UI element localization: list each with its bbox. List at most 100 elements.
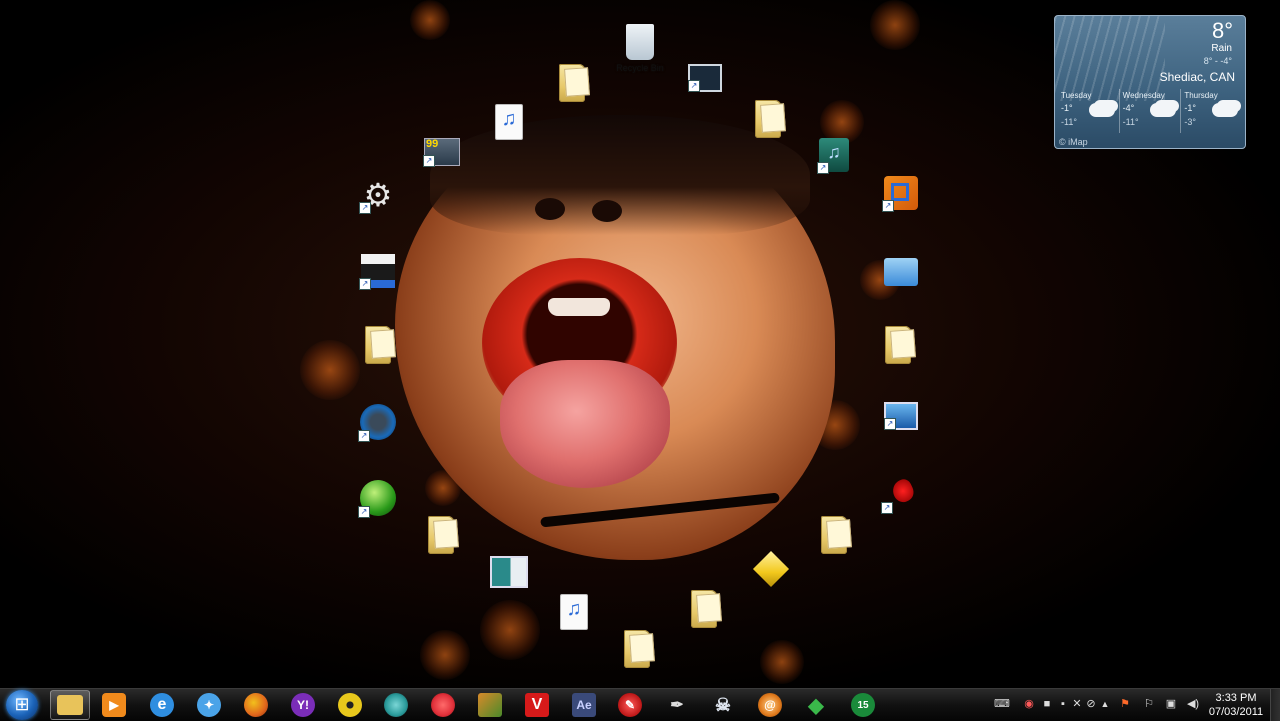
desktop-icon-video-editor[interactable]: ↗ (340, 254, 416, 290)
desktop-icon-folder[interactable] (534, 64, 610, 102)
flag-alert-icon[interactable]: ⚑ (1118, 697, 1132, 711)
clock[interactable]: 3:33 PM 07/03/2011 (1204, 691, 1268, 719)
start-button[interactable] (6, 690, 38, 720)
computer-icon: ↗ (688, 64, 722, 92)
taskbar-button-red-app[interactable] (423, 690, 463, 720)
compass-icon: ✦ (197, 693, 221, 717)
desktop-icon-red-app[interactable]: ↗ (863, 476, 939, 514)
clock-time: 3:33 PM (1215, 692, 1257, 704)
keyboard-icon[interactable]: ⌨ (994, 697, 1010, 711)
desktop-icon-webcam[interactable]: ↗ (340, 404, 416, 442)
taskbar-button-skull-app[interactable]: ☠ (703, 690, 743, 720)
mp3-file-icon (495, 104, 523, 140)
folder-icon (755, 100, 781, 138)
desktop-icon-network-computer[interactable]: ↗ (863, 402, 939, 430)
tray-app-icon[interactable]: ▪ (1056, 697, 1070, 711)
desktop-icon-folder[interactable] (666, 590, 742, 628)
forecast-low: -11° (1122, 117, 1139, 127)
taskbar-button-globe-app[interactable] (376, 690, 416, 720)
folder-icon (365, 326, 391, 364)
tray-app-icon[interactable]: ■ (1040, 697, 1054, 711)
taskbar-button-cd-burner[interactable] (330, 690, 370, 720)
plumbob-icon: ◆ (808, 694, 824, 717)
tray-app-icon[interactable]: ⊘ (1084, 697, 1098, 711)
taskbar-button-safari[interactable]: ✦ (189, 690, 229, 720)
folder-icon (885, 326, 911, 364)
badge-icon: 15 (851, 693, 875, 717)
folder-icon (559, 64, 585, 102)
desktop-icon-settings[interactable]: ⚙ ↗ (340, 177, 416, 214)
desktop-icon-mp3[interactable] (471, 104, 547, 140)
network-computer-icon: ↗ (884, 402, 918, 430)
weather-gadget[interactable]: 8° Rain 8° - -4° Shediac, CAN Tuesday -1… (1054, 15, 1246, 149)
clapperboard-icon: ↗ (359, 254, 395, 290)
forecast-days: Tuesday -1° -11° Wednesday -4° -11° Thur… (1058, 89, 1242, 133)
taskbar-button-pen-app[interactable]: ✒ (657, 690, 697, 720)
desktop-icon-audio-tool[interactable]: ♫ ↗ (796, 138, 872, 174)
ie-icon: e (150, 693, 174, 717)
desktop-icon-folder[interactable] (860, 326, 936, 364)
desktop-icon-picture-file[interactable] (471, 556, 547, 588)
folder-icon (821, 516, 847, 554)
network-icon[interactable]: ▣ (1164, 697, 1178, 711)
taskbar-button-red-tool[interactable]: ✎ (610, 690, 650, 720)
wallpaper-light (870, 0, 920, 50)
wallpaper-light (420, 630, 470, 680)
taskbar-button-explorer[interactable] (50, 690, 90, 720)
cube-icon (752, 550, 790, 588)
taskbar-button-sims[interactable]: ◆ (796, 690, 836, 720)
taskbar-button-after-effects[interactable]: Ae (564, 690, 604, 720)
taskbar-button-badge-app[interactable]: 15 (843, 690, 883, 720)
shortcut-arrow-icon: ↗ (359, 202, 371, 214)
folder-icon (624, 630, 650, 668)
desktop-icon-folder[interactable] (599, 630, 675, 668)
wallpaper-tongue (500, 360, 670, 488)
taskbar-button-yahoo-messenger[interactable]: Y! (283, 690, 323, 720)
shortcut-arrow-icon: ↗ (817, 162, 829, 174)
desktop-icon-control-panel[interactable] (863, 258, 939, 286)
shortcut-arrow-icon: ↗ (423, 155, 435, 167)
wallpaper-light (760, 640, 804, 684)
pen-icon: ✒ (670, 697, 684, 714)
taskbar-button-game[interactable] (470, 690, 510, 720)
forecast-day: Wednesday -4° -11° (1120, 89, 1182, 133)
desktop-icon-folder[interactable] (796, 516, 872, 554)
desktop-icon-folder[interactable] (340, 326, 416, 364)
taskbar: ▶ e ✦ Y! V Ae ✎ ✒ ☠ @ ◆ 15 (0, 688, 1280, 721)
after-effects-icon: Ae (572, 693, 596, 717)
show-desktop-button[interactable] (1270, 689, 1280, 721)
folder-icon (428, 516, 454, 554)
red-swoosh-icon: ↗ (881, 476, 919, 514)
media-player-icon: ▶ (102, 693, 126, 717)
chevron-up-icon[interactable]: ▲ (1098, 697, 1112, 711)
forecast-day-name: Thursday (1184, 91, 1218, 100)
shortcut-arrow-icon: ↗ (881, 502, 893, 514)
desktop-icon-computer[interactable]: ↗ (667, 64, 743, 92)
desktop-icon-virtualbox[interactable]: ↗ (863, 176, 939, 212)
taskbar-button-media-player[interactable]: ▶ (94, 690, 134, 720)
yahoo-icon: Y! (291, 693, 315, 717)
vegas-icon: V (525, 693, 549, 717)
taskbar-button-orange-app[interactable]: @ (750, 690, 790, 720)
desktop-icon-winamp[interactable]: 99 ↗ (404, 138, 480, 167)
weather-source[interactable]: © iMap (1059, 137, 1088, 147)
volume-icon[interactable]: ◀) (1186, 697, 1200, 711)
monitor-99-icon: 99 ↗ (423, 138, 460, 167)
tray-app-icon[interactable]: ✕ (1070, 697, 1084, 711)
flag-icon[interactable]: ⚐ (1142, 697, 1156, 711)
recycle-bin-icon (626, 24, 654, 60)
system-tray: ⌨ ◉ ■ ▪ ✕ ⊘ ▲ ⚑ ⚐ ▣ ◀) (990, 689, 1204, 721)
desktop-icon-green-ball[interactable]: ↗ (340, 480, 416, 518)
forecast-day: Thursday -1° -3° (1181, 89, 1242, 133)
wallpaper-nostril (592, 200, 622, 222)
desktop-icon-mp3[interactable] (536, 594, 612, 630)
desktop-icon-yellow-cube[interactable] (733, 550, 809, 588)
taskbar-button-vegas[interactable]: V (517, 690, 557, 720)
taskbar-button-firefox[interactable] (236, 690, 276, 720)
tool-icon: ✎ (618, 693, 642, 717)
taskbar-button-internet-explorer[interactable]: e (142, 690, 182, 720)
record-icon[interactable]: ◉ (1022, 697, 1036, 711)
forecast-low: -3° (1184, 117, 1196, 127)
desktop-icon-folder[interactable] (403, 516, 479, 554)
desktop-icon-folder[interactable] (730, 100, 806, 138)
